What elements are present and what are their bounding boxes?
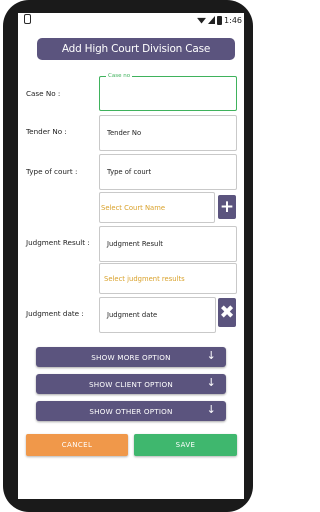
notification-icon bbox=[24, 14, 31, 24]
judgment-date-label: Judgment date : bbox=[26, 309, 84, 318]
tender-no-input[interactable]: Tender No bbox=[99, 115, 237, 151]
wifi-icon bbox=[197, 17, 207, 24]
page-title-text: Add High Court Division Case bbox=[61, 43, 211, 55]
judgment-date-placeholder: Judgment date bbox=[107, 311, 158, 319]
status-icons: 1:46 bbox=[197, 14, 242, 26]
screen: 1:46 Add High Court Division Case Case N… bbox=[18, 13, 244, 499]
judgment-result-input[interactable]: Judgment Result bbox=[99, 226, 237, 262]
show-other-option-button[interactable]: SHOW OTHER OPTION ↓ bbox=[36, 401, 226, 421]
status-time: 1:46 bbox=[224, 15, 242, 25]
save-button[interactable]: SAVE bbox=[134, 434, 237, 456]
phone-frame: 1:46 Add High Court Division Case Case N… bbox=[3, 0, 253, 512]
arrow-down-icon: ↓ bbox=[206, 376, 216, 389]
tender-no-placeholder: Tender No bbox=[107, 129, 142, 137]
close-icon: ✖ bbox=[219, 302, 235, 323]
add-court-button[interactable]: + bbox=[218, 195, 236, 219]
status-bar: 1:46 bbox=[18, 13, 244, 27]
show-client-option-button[interactable]: SHOW CLIENT OPTION ↓ bbox=[36, 374, 226, 394]
select-judgment-dropdown[interactable]: Select judgment results bbox=[99, 263, 237, 294]
select-court-dropdown[interactable]: Select Court Name bbox=[99, 192, 215, 223]
cancel-button[interactable]: CANCEL bbox=[26, 434, 128, 456]
arrow-down-icon: ↓ bbox=[206, 349, 216, 362]
show-more-option-button[interactable]: SHOW MORE OPTION ↓ bbox=[36, 347, 226, 367]
type-of-court-placeholder: Type of court bbox=[107, 168, 152, 176]
type-of-court-input[interactable]: Type of court bbox=[99, 154, 237, 190]
case-no-input[interactable]: Case no bbox=[99, 73, 237, 111]
type-of-court-label: Type of court : bbox=[26, 167, 78, 176]
case-no-label: Case No : bbox=[26, 89, 61, 98]
tender-no-label: Tender No : bbox=[26, 127, 67, 136]
cancel-button-label: CANCEL bbox=[61, 441, 93, 449]
arrow-down-icon: ↓ bbox=[206, 403, 216, 416]
judgment-date-input[interactable]: Judgment date bbox=[99, 297, 216, 333]
show-more-option-label: SHOW MORE OPTION bbox=[91, 352, 171, 362]
show-client-option-label: SHOW CLIENT OPTION bbox=[89, 379, 173, 389]
case-no-floating-label: Case no bbox=[106, 73, 133, 79]
signal-icon bbox=[208, 16, 216, 24]
select-judgment-text: Select judgment results bbox=[104, 274, 185, 283]
judgment-result-label: Judgment Result : bbox=[26, 238, 90, 247]
show-other-option-label: SHOW OTHER OPTION bbox=[89, 406, 173, 416]
judgment-result-placeholder: Judgment Result bbox=[107, 240, 163, 248]
page-title: Add High Court Division Case bbox=[37, 38, 235, 60]
select-court-text: Select Court Name bbox=[101, 203, 166, 212]
clear-date-button[interactable]: ✖ bbox=[218, 298, 236, 327]
plus-icon: + bbox=[219, 197, 235, 217]
battery-icon bbox=[217, 15, 223, 25]
save-button-label: SAVE bbox=[175, 441, 196, 449]
